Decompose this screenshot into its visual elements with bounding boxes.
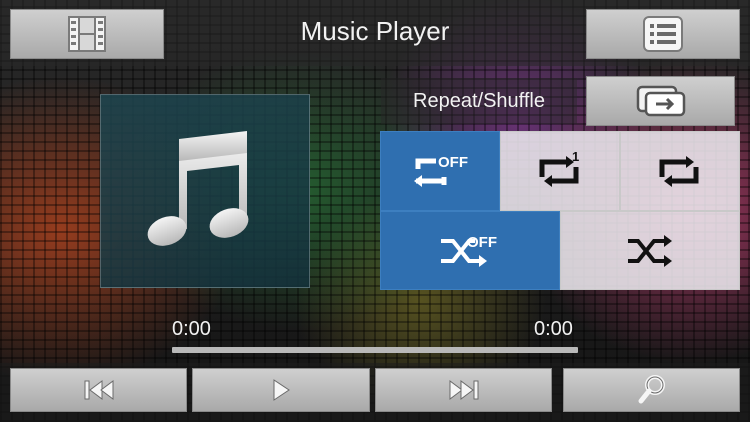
repeat-all-button[interactable] — [620, 131, 740, 211]
shuffle-icon — [628, 234, 672, 267]
play-icon — [273, 379, 290, 401]
repeat-one-icon: 1 — [539, 149, 579, 187]
previous-button[interactable] — [10, 368, 187, 412]
shuffle-on-button[interactable] — [560, 211, 740, 290]
page-title: Music Player — [300, 16, 450, 46]
repeat-one-badge: 1 — [572, 149, 579, 164]
repeat-shuffle-label: Repeat/Shuffle — [381, 78, 577, 124]
repeat-off-button[interactable]: OFF — [380, 131, 500, 211]
shuffle-off-icon: OFF — [441, 234, 497, 267]
elapsed-time: 0:00 — [172, 318, 211, 340]
progress-bar[interactable] — [172, 347, 578, 353]
film-icon — [68, 16, 106, 52]
repeat-all-icon — [659, 156, 699, 187]
video-mode-button[interactable] — [10, 9, 164, 59]
repeat-off-icon: OFF — [414, 154, 468, 187]
total-time: 0:00 — [534, 318, 573, 340]
next-button[interactable] — [375, 368, 552, 412]
repeat-one-button[interactable]: 1 — [500, 131, 620, 211]
playlist-button[interactable] — [586, 9, 740, 59]
repeat-off-badge: OFF — [438, 154, 468, 171]
search-icon — [638, 375, 665, 404]
play-button[interactable] — [192, 368, 370, 412]
shuffle-off-badge: OFF — [467, 234, 497, 251]
repeat-shuffle-toggle-button[interactable] — [586, 76, 735, 126]
shuffle-off-button[interactable]: OFF — [380, 211, 560, 290]
previous-icon — [84, 380, 113, 400]
music-note-icon — [147, 131, 249, 246]
list-icon — [643, 16, 683, 52]
next-icon — [449, 380, 478, 400]
search-button[interactable] — [563, 368, 740, 412]
album-art — [100, 94, 310, 288]
repeat-shuffle-toggle-icon — [636, 85, 685, 117]
